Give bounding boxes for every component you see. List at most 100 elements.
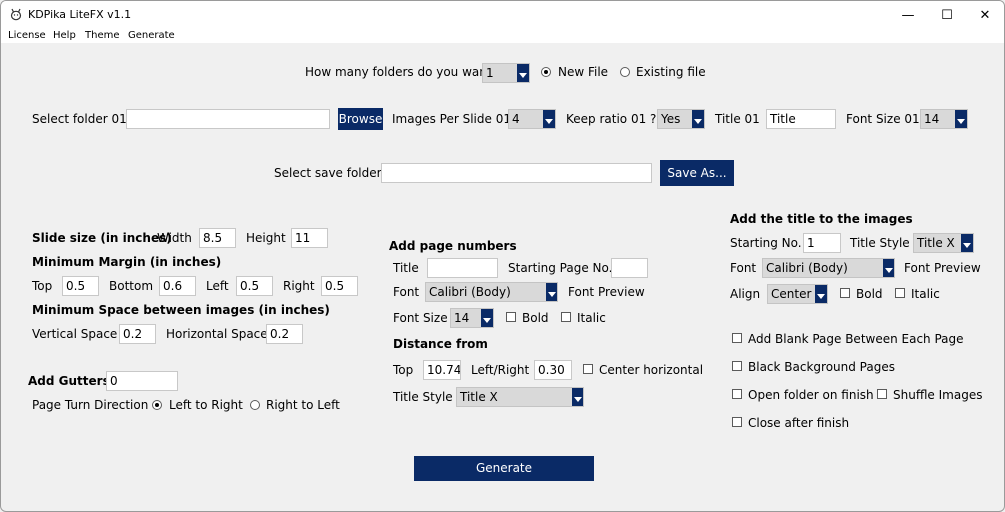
title-01-input[interactable]: Title (766, 109, 836, 129)
align-select[interactable]: Center (767, 284, 828, 304)
pagenum-font-label: Font (393, 285, 420, 299)
vertical-space-label: Vertical Space (32, 327, 118, 341)
images-per-slide-label: Images Per Slide 01 (392, 112, 511, 126)
folder-count-select[interactable]: 1 (482, 63, 530, 83)
ltr-radio[interactable] (152, 400, 162, 410)
page-turn-label: Page Turn Direction (32, 398, 149, 412)
titleimg-bold-checkbox[interactable] (840, 288, 850, 298)
margin-right-label: Right (283, 279, 315, 293)
chevron-down-icon (572, 388, 583, 406)
pagenum-bold-checkbox[interactable] (506, 312, 516, 322)
ltr-label: Left to Right (169, 398, 243, 412)
new-file-radio[interactable] (541, 67, 551, 77)
horizontal-space-label: Horizontal Space (166, 327, 268, 341)
margin-left-label: Left (206, 279, 229, 293)
folder-count-label: How many folders do you want (305, 65, 492, 79)
keep-ratio-value: Yes (661, 112, 681, 126)
save-as-button[interactable]: Save As... (660, 160, 734, 186)
titleimg-font-label: Font (730, 261, 757, 275)
distance-heading: Distance from (393, 337, 488, 351)
center-horizontal-label: Center horizontal (599, 363, 704, 377)
shuffle-label: Shuffle Images (893, 388, 983, 402)
title-images-heading: Add the title to the images (730, 212, 913, 226)
titleimg-font-select[interactable]: Calibri (Body) (762, 258, 895, 278)
pagenum-style-value: Title X (460, 390, 498, 404)
starting-no-input[interactable]: 1 (803, 233, 841, 253)
width-input[interactable]: 8.5 (199, 228, 236, 248)
browse-button[interactable]: Browse (338, 108, 383, 130)
margin-bottom-input[interactable]: 0.6 (159, 276, 196, 296)
pagenum-italic-checkbox[interactable] (561, 312, 571, 322)
blank-page-checkbox[interactable] (732, 333, 742, 343)
vertical-space-input[interactable]: 0.2 (119, 324, 156, 344)
minimize-button[interactable]: — (888, 1, 928, 29)
menu-theme[interactable]: Theme (85, 29, 120, 42)
gutters-input[interactable]: 0 (106, 371, 178, 391)
pagenum-italic-label: Italic (577, 311, 606, 325)
pagenum-style-select[interactable]: Title X (456, 387, 584, 407)
slide-size-heading: Slide size (in inches) (32, 231, 172, 245)
margin-heading: Minimum Margin (in inches) (32, 255, 222, 269)
titleimg-font-preview: Font Preview (904, 261, 981, 275)
pagenum-size-label: Font Size (393, 311, 448, 325)
titleimg-font-value: Calibri (Body) (766, 261, 848, 275)
rtl-radio[interactable] (250, 400, 260, 410)
font-size-01-label: Font Size 01 (846, 112, 920, 126)
margin-left-input[interactable]: 0.5 (236, 276, 273, 296)
width-label: Width (157, 231, 192, 245)
horizontal-space-input[interactable]: 0.2 (266, 324, 303, 344)
menu-help[interactable]: Help (53, 29, 76, 42)
titleimg-bold-label: Bold (856, 287, 883, 301)
titleimg-style-label: Title Style (850, 236, 910, 250)
font-size-01-select[interactable]: 14 (920, 109, 968, 129)
distance-top-input[interactable]: 10.74 (423, 360, 461, 380)
save-folder-label: Select save folder (274, 166, 382, 180)
maximize-button[interactable]: ☐ (927, 1, 967, 29)
center-horizontal-checkbox[interactable] (583, 364, 593, 374)
existing-file-radio[interactable] (620, 67, 630, 77)
open-folder-checkbox[interactable] (732, 389, 742, 399)
titleimg-style-value: Title X (917, 236, 955, 250)
images-per-slide-value: 4 (512, 112, 520, 126)
new-file-label: New File (558, 65, 609, 79)
align-label: Align (730, 287, 761, 301)
margin-top-input[interactable]: 0.5 (62, 276, 99, 296)
title-bar: KDPika LiteFX v1.1 — ☐ ✕ (1, 1, 1004, 29)
distance-lr-label: Left/Right (471, 363, 530, 377)
distance-lr-input[interactable]: 0.30 (534, 360, 572, 380)
close-after-label: Close after finish (748, 416, 850, 430)
pagenum-title-input[interactable] (427, 258, 498, 278)
pagenum-font-select[interactable]: Calibri (Body) (425, 282, 558, 302)
keep-ratio-select[interactable]: Yes (657, 109, 705, 129)
images-per-slide-select[interactable]: 4 (508, 109, 556, 129)
folder-count-value: 1 (486, 66, 494, 80)
menu-license[interactable]: License (8, 29, 46, 42)
black-bg-checkbox[interactable] (732, 361, 742, 371)
chevron-down-icon (481, 309, 493, 327)
save-folder-input[interactable] (381, 163, 652, 183)
close-button[interactable]: ✕ (965, 1, 1004, 29)
titleimg-italic-checkbox[interactable] (895, 288, 905, 298)
titleimg-style-select[interactable]: Title X (913, 233, 974, 253)
black-bg-label: Black Background Pages (748, 360, 895, 374)
shuffle-checkbox[interactable] (877, 389, 887, 399)
height-input[interactable]: 11 (291, 228, 328, 248)
generate-button[interactable]: Generate (414, 456, 594, 481)
menu-generate[interactable]: Generate (128, 29, 175, 42)
margin-right-input[interactable]: 0.5 (321, 276, 358, 296)
starting-page-input[interactable] (611, 258, 648, 278)
margin-top-label: Top (32, 279, 53, 293)
pagenum-bold-label: Bold (522, 311, 549, 325)
rtl-label: Right to Left (266, 398, 340, 412)
pagenum-size-select[interactable]: 14 (450, 308, 494, 328)
pagenum-size-value: 14 (454, 311, 470, 325)
close-after-checkbox[interactable] (732, 417, 742, 427)
align-value: Center (771, 287, 812, 301)
close-icon: ✕ (979, 7, 991, 23)
chevron-down-icon (546, 283, 557, 301)
chevron-down-icon (543, 110, 555, 128)
pagenum-font-preview: Font Preview (568, 285, 645, 299)
folder-path-input[interactable] (126, 109, 330, 129)
space-heading: Minimum Space between images (in inches) (32, 303, 330, 317)
starting-no-label: Starting No. (730, 236, 802, 250)
